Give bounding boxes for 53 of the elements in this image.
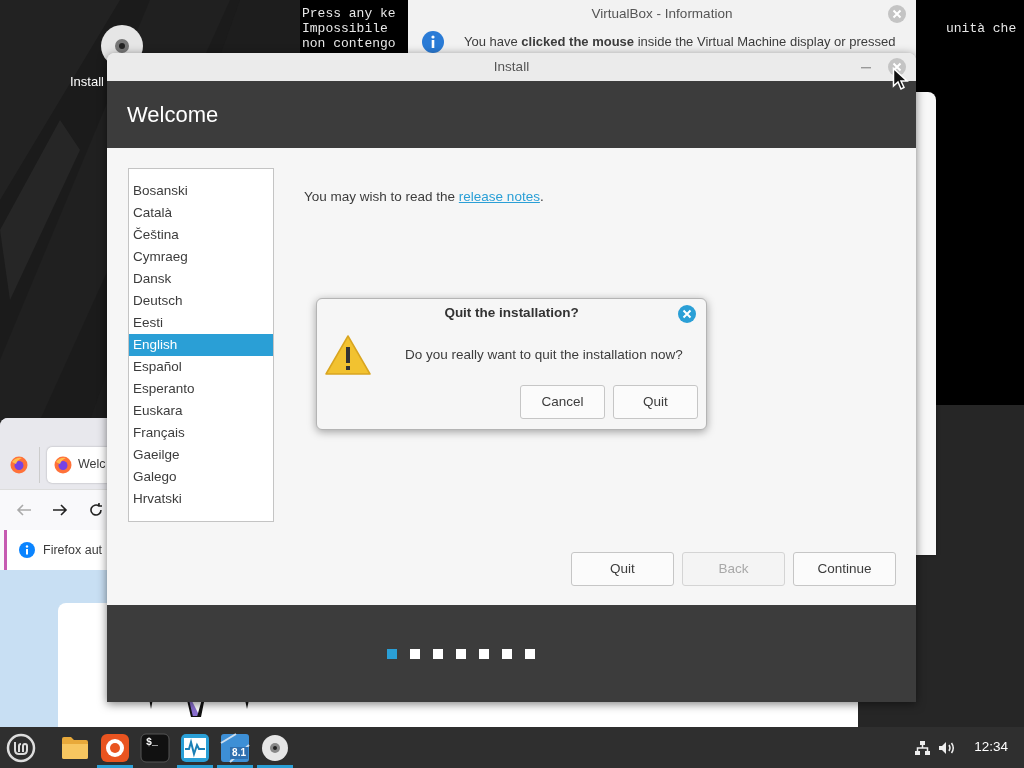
language-item[interactable]: Bosanski xyxy=(129,180,273,202)
language-item[interactable]: Français xyxy=(129,422,273,444)
language-item[interactable]: Čeština xyxy=(129,224,273,246)
page-heading: Welcome xyxy=(127,101,219,129)
tab-label: Welc xyxy=(78,456,106,474)
info-message: You have clicked the mouse inside the Virtual Machine display or pressed xyxy=(464,33,896,52)
language-item[interactable]: Deutsch xyxy=(129,290,273,312)
monitor-icon xyxy=(180,732,210,763)
language-item[interactable]: Eesti xyxy=(129,312,273,334)
dialog-title: Quit the installation? xyxy=(444,304,579,323)
taskbar-app-button[interactable]: 8.1 xyxy=(217,727,253,768)
dialog-button[interactable]: Quit xyxy=(613,385,698,419)
language-list[interactable]: Bosanski Català Čeština Cymraeg Dansk Deutsch Eesti English Español Esperanto Euskara Français Gaeilge Galego Hrvatski xyxy=(128,168,274,522)
wizard-button[interactable]: Quit xyxy=(571,552,674,586)
firefox-icon xyxy=(10,455,28,474)
window-title: VirtualBox - Information xyxy=(591,4,733,23)
console-text: non contengo xyxy=(302,36,396,51)
forward-icon[interactable] xyxy=(52,502,68,518)
close-icon xyxy=(888,5,906,23)
desktop-icon-label[interactable]: Install xyxy=(70,72,104,92)
console-text: Impossibile xyxy=(302,21,389,36)
language-item[interactable]: Galego xyxy=(129,466,273,488)
language-item[interactable]: Hrvatski xyxy=(129,488,273,510)
browser-tab[interactable]: Welc xyxy=(47,446,107,483)
console-text: Press any ke xyxy=(302,6,396,21)
language-item[interactable]: Dansk xyxy=(129,268,273,290)
disc-icon xyxy=(260,732,290,763)
firefox-icon xyxy=(54,455,72,474)
network-icon[interactable] xyxy=(914,739,931,756)
dialog-message: Do you really want to quit the installation now? xyxy=(405,345,683,364)
language-item[interactable]: Esperanto xyxy=(129,378,273,400)
reload-icon[interactable] xyxy=(88,502,104,518)
taskbar-app-button[interactable]: $_ xyxy=(137,727,173,768)
release-notes-text: You may wish to read the release notes. xyxy=(304,188,544,206)
warning-icon xyxy=(325,334,371,376)
console-text: unità che xyxy=(946,21,1017,36)
terminal-icon xyxy=(140,732,170,763)
language-item[interactable]: Español xyxy=(129,356,273,378)
info-icon xyxy=(19,542,35,558)
language-item[interactable]: Cymraeg xyxy=(129,246,273,268)
dialog-button[interactable]: Cancel xyxy=(520,385,605,419)
close-icon xyxy=(678,305,696,323)
language-item[interactable]: Euskara xyxy=(129,400,273,422)
info-icon xyxy=(422,31,444,53)
cursor-icon xyxy=(892,67,912,91)
clock[interactable]: 12:34 xyxy=(974,737,1008,758)
browser-icon xyxy=(100,732,130,763)
window-title: Install xyxy=(493,57,530,76)
language-item[interactable]: Gaeilge xyxy=(129,444,273,466)
notification-text: Firefox aut xyxy=(43,541,103,559)
wizard-button[interactable]: Continue xyxy=(793,552,896,586)
mint-logo-icon xyxy=(6,732,36,763)
language-item[interactable]: Català xyxy=(129,202,273,224)
